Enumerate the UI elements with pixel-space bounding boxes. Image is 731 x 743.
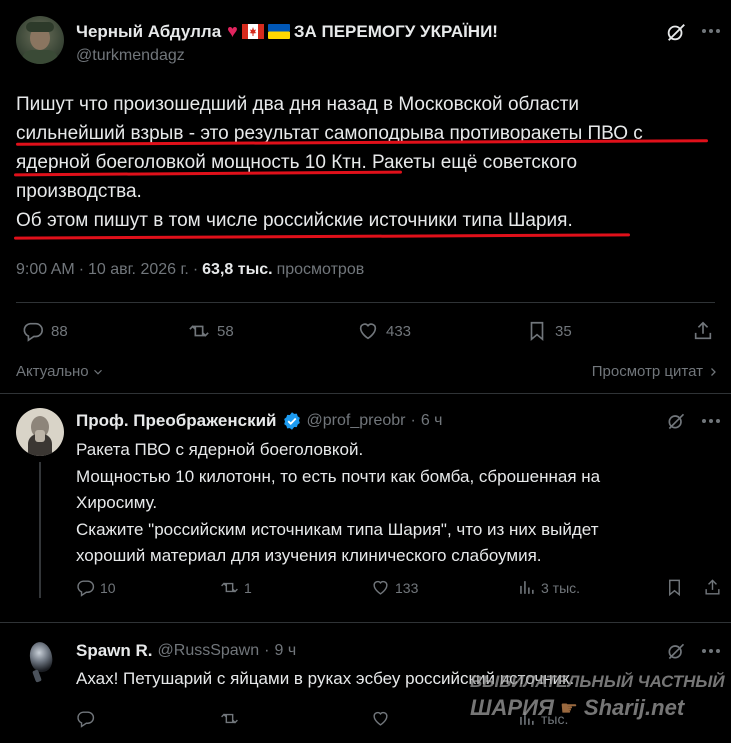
bookmark-button[interactable] bbox=[665, 578, 684, 597]
repost-button[interactable] bbox=[220, 709, 239, 728]
share-icon bbox=[694, 321, 712, 340]
share-icon bbox=[705, 579, 720, 595]
repost-button[interactable]: 58 bbox=[188, 320, 234, 342]
watermark: ВЫБИЛАТЕЛЬНЫЙ ЧАСТНЫЙ ШАРИЯ ☛ Sharij.net bbox=[470, 672, 725, 721]
reply-count: 10 bbox=[100, 579, 116, 596]
pointing-hand-icon: ☛ bbox=[559, 697, 578, 720]
bookmark-icon bbox=[669, 579, 680, 597]
divider bbox=[0, 393, 731, 394]
share-button[interactable] bbox=[703, 578, 722, 597]
tweet-text-line: производства. bbox=[16, 181, 142, 202]
views-count: 3 тыс. bbox=[541, 579, 581, 596]
repost-count: 1 bbox=[244, 579, 252, 596]
reply-header: Spawn R. @RussSpawn · 9 ч bbox=[76, 641, 297, 661]
like-button[interactable]: 133 bbox=[371, 578, 418, 597]
tweet-text-line: Пишут что произошедший два дня назад в М… bbox=[16, 94, 580, 115]
reply-text: Ракета ПВО с ядерной боеголовкой. Мощнос… bbox=[76, 437, 600, 570]
sort-label: Актуально bbox=[16, 363, 89, 380]
reply-text-line: Скажите "российским источникам типа Шари… bbox=[76, 519, 599, 539]
grok-icon[interactable] bbox=[665, 21, 687, 43]
more-icon[interactable] bbox=[701, 418, 721, 424]
heart-icon bbox=[359, 323, 377, 340]
heart-icon bbox=[373, 580, 388, 595]
bookmark-icon bbox=[530, 321, 544, 342]
grok-icon[interactable] bbox=[666, 411, 686, 431]
tweet-time[interactable]: 9:00 AM bbox=[16, 261, 75, 279]
reply-display-name[interactable]: Spawn R. bbox=[76, 641, 153, 661]
bookmark-count: 35 bbox=[555, 322, 572, 340]
repost-button[interactable]: 1 bbox=[220, 578, 252, 597]
more-icon[interactable] bbox=[701, 28, 721, 34]
watermark-line2-right: Sharij.net bbox=[583, 695, 685, 720]
reply-button[interactable] bbox=[76, 709, 95, 728]
reply-text-line: хороший материал для изучения клиническо… bbox=[76, 546, 542, 565]
thread-line bbox=[39, 462, 41, 598]
views-label: просмотров bbox=[276, 261, 365, 278]
chevron-right-icon bbox=[711, 367, 716, 376]
author-handle[interactable]: @turkmendagz bbox=[76, 47, 185, 65]
reply-display-name[interactable]: Проф. Преображенский bbox=[76, 411, 277, 431]
verified-badge-icon bbox=[283, 412, 300, 430]
reply-time[interactable]: 9 ч bbox=[274, 642, 296, 660]
divider bbox=[0, 622, 731, 623]
ukraine-flag-icon bbox=[267, 24, 290, 39]
reply-text-line: Мощностью 10 килотонн, то есть почти как… bbox=[76, 466, 601, 486]
reply-text-line: Хиросиму. bbox=[76, 493, 158, 512]
reply-avatar[interactable] bbox=[16, 636, 64, 684]
author-name-row: Черный Абдулла ♥ ЗА ПЕРЕМОГУ УКРАЇНИ! bbox=[76, 21, 498, 42]
reply-icon bbox=[23, 322, 43, 342]
divider bbox=[16, 302, 715, 303]
repost-icon bbox=[189, 325, 209, 337]
views-button[interactable]: 3 тыс. bbox=[517, 578, 580, 597]
like-count: 433 bbox=[386, 322, 412, 340]
reply-text-line: Ракета ПВО с ядерной боеголовкой. bbox=[76, 440, 364, 459]
tweet-text: Пишут что произошедший два дня назад в М… bbox=[16, 90, 643, 235]
reply-icon bbox=[77, 711, 95, 728]
reply-time[interactable]: 6 ч bbox=[421, 412, 443, 430]
reply-button[interactable]: 10 bbox=[76, 578, 116, 597]
heart-icon bbox=[373, 711, 388, 726]
view-quotes-link[interactable]: Просмотр цитат bbox=[592, 363, 719, 380]
repost-count: 58 bbox=[217, 322, 234, 340]
reply-handle[interactable]: @RussSpawn bbox=[158, 642, 260, 660]
canada-flag-icon bbox=[241, 24, 264, 39]
reply-header: Проф. Преображенский @prof_preobr · 6 ч bbox=[76, 411, 443, 431]
watermark-line2-left: ШАРИЯ bbox=[470, 695, 554, 720]
author-avatar[interactable] bbox=[16, 16, 64, 64]
reply-avatar[interactable] bbox=[16, 408, 64, 456]
reply-icon bbox=[77, 580, 95, 597]
repost-icon bbox=[221, 582, 238, 593]
heart-emoji-icon: ♥ bbox=[227, 21, 238, 41]
reply-count: 88 bbox=[51, 322, 68, 340]
reply-button[interactable]: 88 bbox=[22, 320, 68, 342]
author-name-suffix: ЗА ПЕРЕМОГУ УКРАЇНИ! bbox=[293, 21, 498, 41]
sort-dropdown[interactable]: Актуально bbox=[16, 363, 105, 380]
watermark-line1: ВЫБИЛАТЕЛЬНЫЙ ЧАСТНЫЙ bbox=[470, 672, 725, 691]
author-display-name[interactable]: Черный Абдулла bbox=[76, 22, 221, 42]
views-count: 63,8 тыс. bbox=[202, 261, 273, 278]
analytics-icon bbox=[520, 581, 534, 594]
reply-handle[interactable]: @prof_preobr bbox=[307, 412, 406, 430]
like-button[interactable]: 433 bbox=[357, 320, 411, 342]
more-icon[interactable] bbox=[701, 648, 721, 654]
tweet-date[interactable]: 10 авг. 2026 г. bbox=[88, 261, 189, 279]
tweet-text-line: Об этом пишут в том числе российские ист… bbox=[16, 210, 573, 231]
like-count: 133 bbox=[395, 579, 419, 596]
tweet-meta: 9:00 AM · 10 авг. 2026 г. · 63,8 тыс. пр… bbox=[16, 261, 365, 279]
view-quotes-label: Просмотр цитат bbox=[591, 363, 703, 380]
chevron-down-icon bbox=[93, 369, 102, 375]
repost-icon bbox=[221, 713, 238, 724]
share-button[interactable] bbox=[692, 320, 714, 342]
like-button[interactable] bbox=[371, 709, 390, 728]
grok-icon[interactable] bbox=[666, 641, 686, 661]
bookmark-button[interactable]: 35 bbox=[526, 320, 572, 342]
